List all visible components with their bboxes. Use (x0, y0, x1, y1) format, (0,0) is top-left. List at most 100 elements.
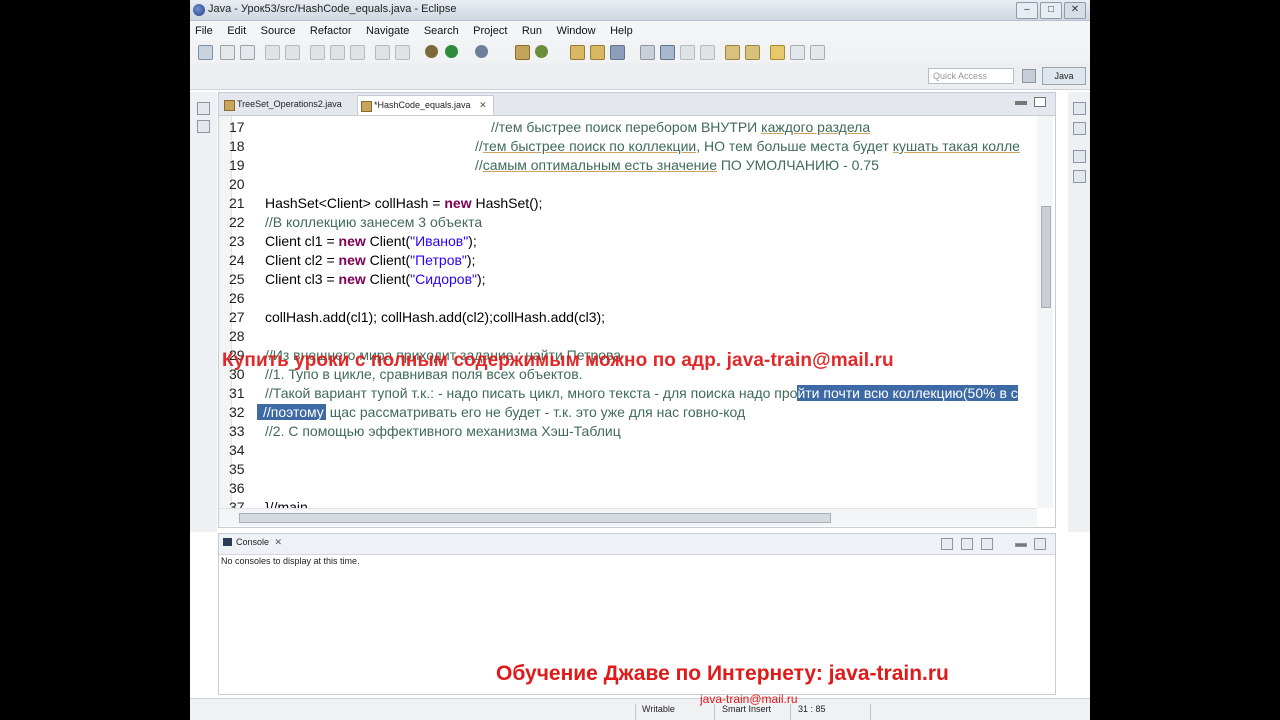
code-line: 35 (219, 460, 1037, 479)
drop-frame-icon[interactable] (375, 45, 390, 60)
code-text: //Такой вариант тупой т.к.: - надо писат… (265, 385, 1018, 401)
outline-icon[interactable] (1073, 150, 1086, 163)
package-explorer-icon[interactable] (197, 120, 210, 133)
menu-refactor[interactable]: Refactor (305, 22, 357, 40)
console-tab[interactable]: Console ✕ (223, 537, 282, 548)
save-icon[interactable] (220, 45, 235, 60)
console-close-icon[interactable]: ✕ (275, 537, 283, 547)
minimize-editor-icon[interactable] (1015, 101, 1027, 105)
line-number: 24 (229, 252, 245, 268)
secondary-toolbar: Quick Access Java (190, 63, 1090, 90)
restore-icon[interactable] (1073, 102, 1086, 115)
open-type-icon[interactable] (570, 45, 585, 60)
suspend-icon[interactable] (265, 45, 280, 60)
watermark-email: java-train@mail.ru (700, 692, 798, 706)
menu-help[interactable]: Help (605, 22, 638, 40)
menu-edit[interactable]: Edit (222, 22, 251, 40)
left-trim (190, 92, 217, 532)
menu-run[interactable]: Run (517, 22, 547, 40)
task-list-icon[interactable] (1073, 122, 1086, 135)
maximize-console-icon[interactable] (1034, 538, 1046, 550)
code-text: //поэтому щас рассматривать его не будет… (257, 403, 745, 422)
horizontal-scroll-thumb[interactable] (239, 513, 831, 523)
open-task-icon[interactable] (590, 45, 605, 60)
title-bar: Java - Урок53/src/HashCode_equals.java -… (190, 0, 1090, 21)
code-text: //В коллекцию занесем 3 объекта (265, 214, 483, 230)
tab-hashcode-equals[interactable]: *HashCode_equals.java ✕ (357, 95, 494, 115)
main-toolbar (190, 41, 1090, 64)
code-line: 24 Client cl2 = new Client("Петров"); (219, 251, 1037, 270)
display-selected-console-icon[interactable] (961, 538, 973, 550)
open-perspective-icon[interactable] (1022, 69, 1036, 83)
menu-file[interactable]: File (190, 22, 218, 40)
line-number: 35 (229, 461, 245, 477)
code-line: 23 Client cl1 = new Client("Иванов"); (219, 232, 1037, 251)
menu-window[interactable]: Window (551, 22, 600, 40)
use-step-filters-icon[interactable] (395, 45, 410, 60)
eclipse-app-icon (193, 4, 205, 16)
editor-horizontal-scrollbar[interactable] (219, 508, 1037, 526)
code-text: //2. С помощью эффективного механизма Хэ… (265, 423, 621, 439)
window-controls: – □ ✕ (1016, 2, 1086, 19)
terminate-icon[interactable] (285, 45, 300, 60)
step-into-icon[interactable] (330, 45, 345, 60)
code-line: 31 //Такой вариант тупой т.к.: - надо пи… (219, 384, 1037, 403)
debug-icon[interactable] (425, 45, 438, 58)
run-icon[interactable] (445, 45, 458, 58)
maximize-button[interactable]: □ (1040, 2, 1062, 19)
line-number: 31 (229, 385, 245, 401)
code-area[interactable]: 17 //тем быстрее поиск перебором ВНУТРИ … (219, 116, 1037, 508)
previous-annotation-icon[interactable] (745, 45, 760, 60)
open-console-icon[interactable] (941, 538, 953, 550)
print-icon[interactable] (240, 45, 255, 60)
minimize-console-icon[interactable] (1015, 543, 1027, 547)
new-icon[interactable] (198, 45, 213, 60)
editor-vertical-scrollbar[interactable] (1037, 116, 1053, 508)
line-number: 36 (229, 480, 245, 496)
restore-icon[interactable] (197, 102, 210, 115)
last-edit-location-icon[interactable] (770, 45, 785, 60)
text-selection: //поэтому (257, 404, 326, 420)
code-line: 36 (219, 479, 1037, 498)
new-java-class-icon[interactable] (535, 45, 548, 58)
show-whitespace-icon[interactable] (680, 45, 695, 60)
status-divider (790, 704, 791, 720)
console-icon (223, 538, 232, 546)
status-writable: Writable (642, 704, 675, 714)
line-number: 32 (229, 404, 245, 420)
tab-close-icon[interactable]: ✕ (479, 100, 487, 110)
line-number: 26 (229, 290, 245, 306)
code-line: 18 //тем быстрее поиск по коллекции, НО … (219, 137, 1037, 156)
new-java-package-icon[interactable] (515, 45, 530, 60)
java-perspective-button[interactable]: Java (1042, 67, 1086, 85)
problems-icon[interactable] (1073, 170, 1086, 183)
code-line: 27 collHash.add(cl1); collHash.add(cl2);… (219, 308, 1037, 327)
tab-label: TreeSet_Operations2.java (237, 99, 342, 109)
back-icon[interactable] (790, 45, 805, 60)
forward-icon[interactable] (810, 45, 825, 60)
close-button[interactable]: ✕ (1064, 2, 1086, 19)
step-over-icon[interactable] (350, 45, 365, 60)
menu-project[interactable]: Project (468, 22, 512, 40)
quick-access-input[interactable]: Quick Access (928, 68, 1014, 84)
step-icon[interactable] (310, 45, 325, 60)
vertical-scroll-thumb[interactable] (1041, 206, 1051, 308)
text-selection: йти почти всю коллекцию(50% в с (797, 385, 1018, 401)
search-icon[interactable] (610, 45, 625, 60)
menu-search[interactable]: Search (419, 22, 464, 40)
status-divider (714, 704, 715, 720)
line-number: 37 (229, 499, 245, 508)
block-selection-icon[interactable] (700, 45, 715, 60)
maximize-editor-icon[interactable] (1034, 97, 1046, 107)
pin-console-icon[interactable] (981, 538, 993, 550)
toggle-mark-occurrences-icon[interactable] (640, 45, 655, 60)
tab-treeset-operations2[interactable]: TreeSet_Operations2.java (221, 95, 342, 114)
line-number: 28 (229, 328, 245, 344)
next-annotation-icon[interactable] (725, 45, 740, 60)
menu-source[interactable]: Source (256, 22, 301, 40)
code-line: 26 (219, 289, 1037, 308)
menu-navigate[interactable]: Navigate (361, 22, 414, 40)
minimize-button[interactable]: – (1016, 2, 1038, 19)
external-tools-icon[interactable] (475, 45, 488, 58)
toggle-breadcrumb-icon[interactable] (660, 45, 675, 60)
